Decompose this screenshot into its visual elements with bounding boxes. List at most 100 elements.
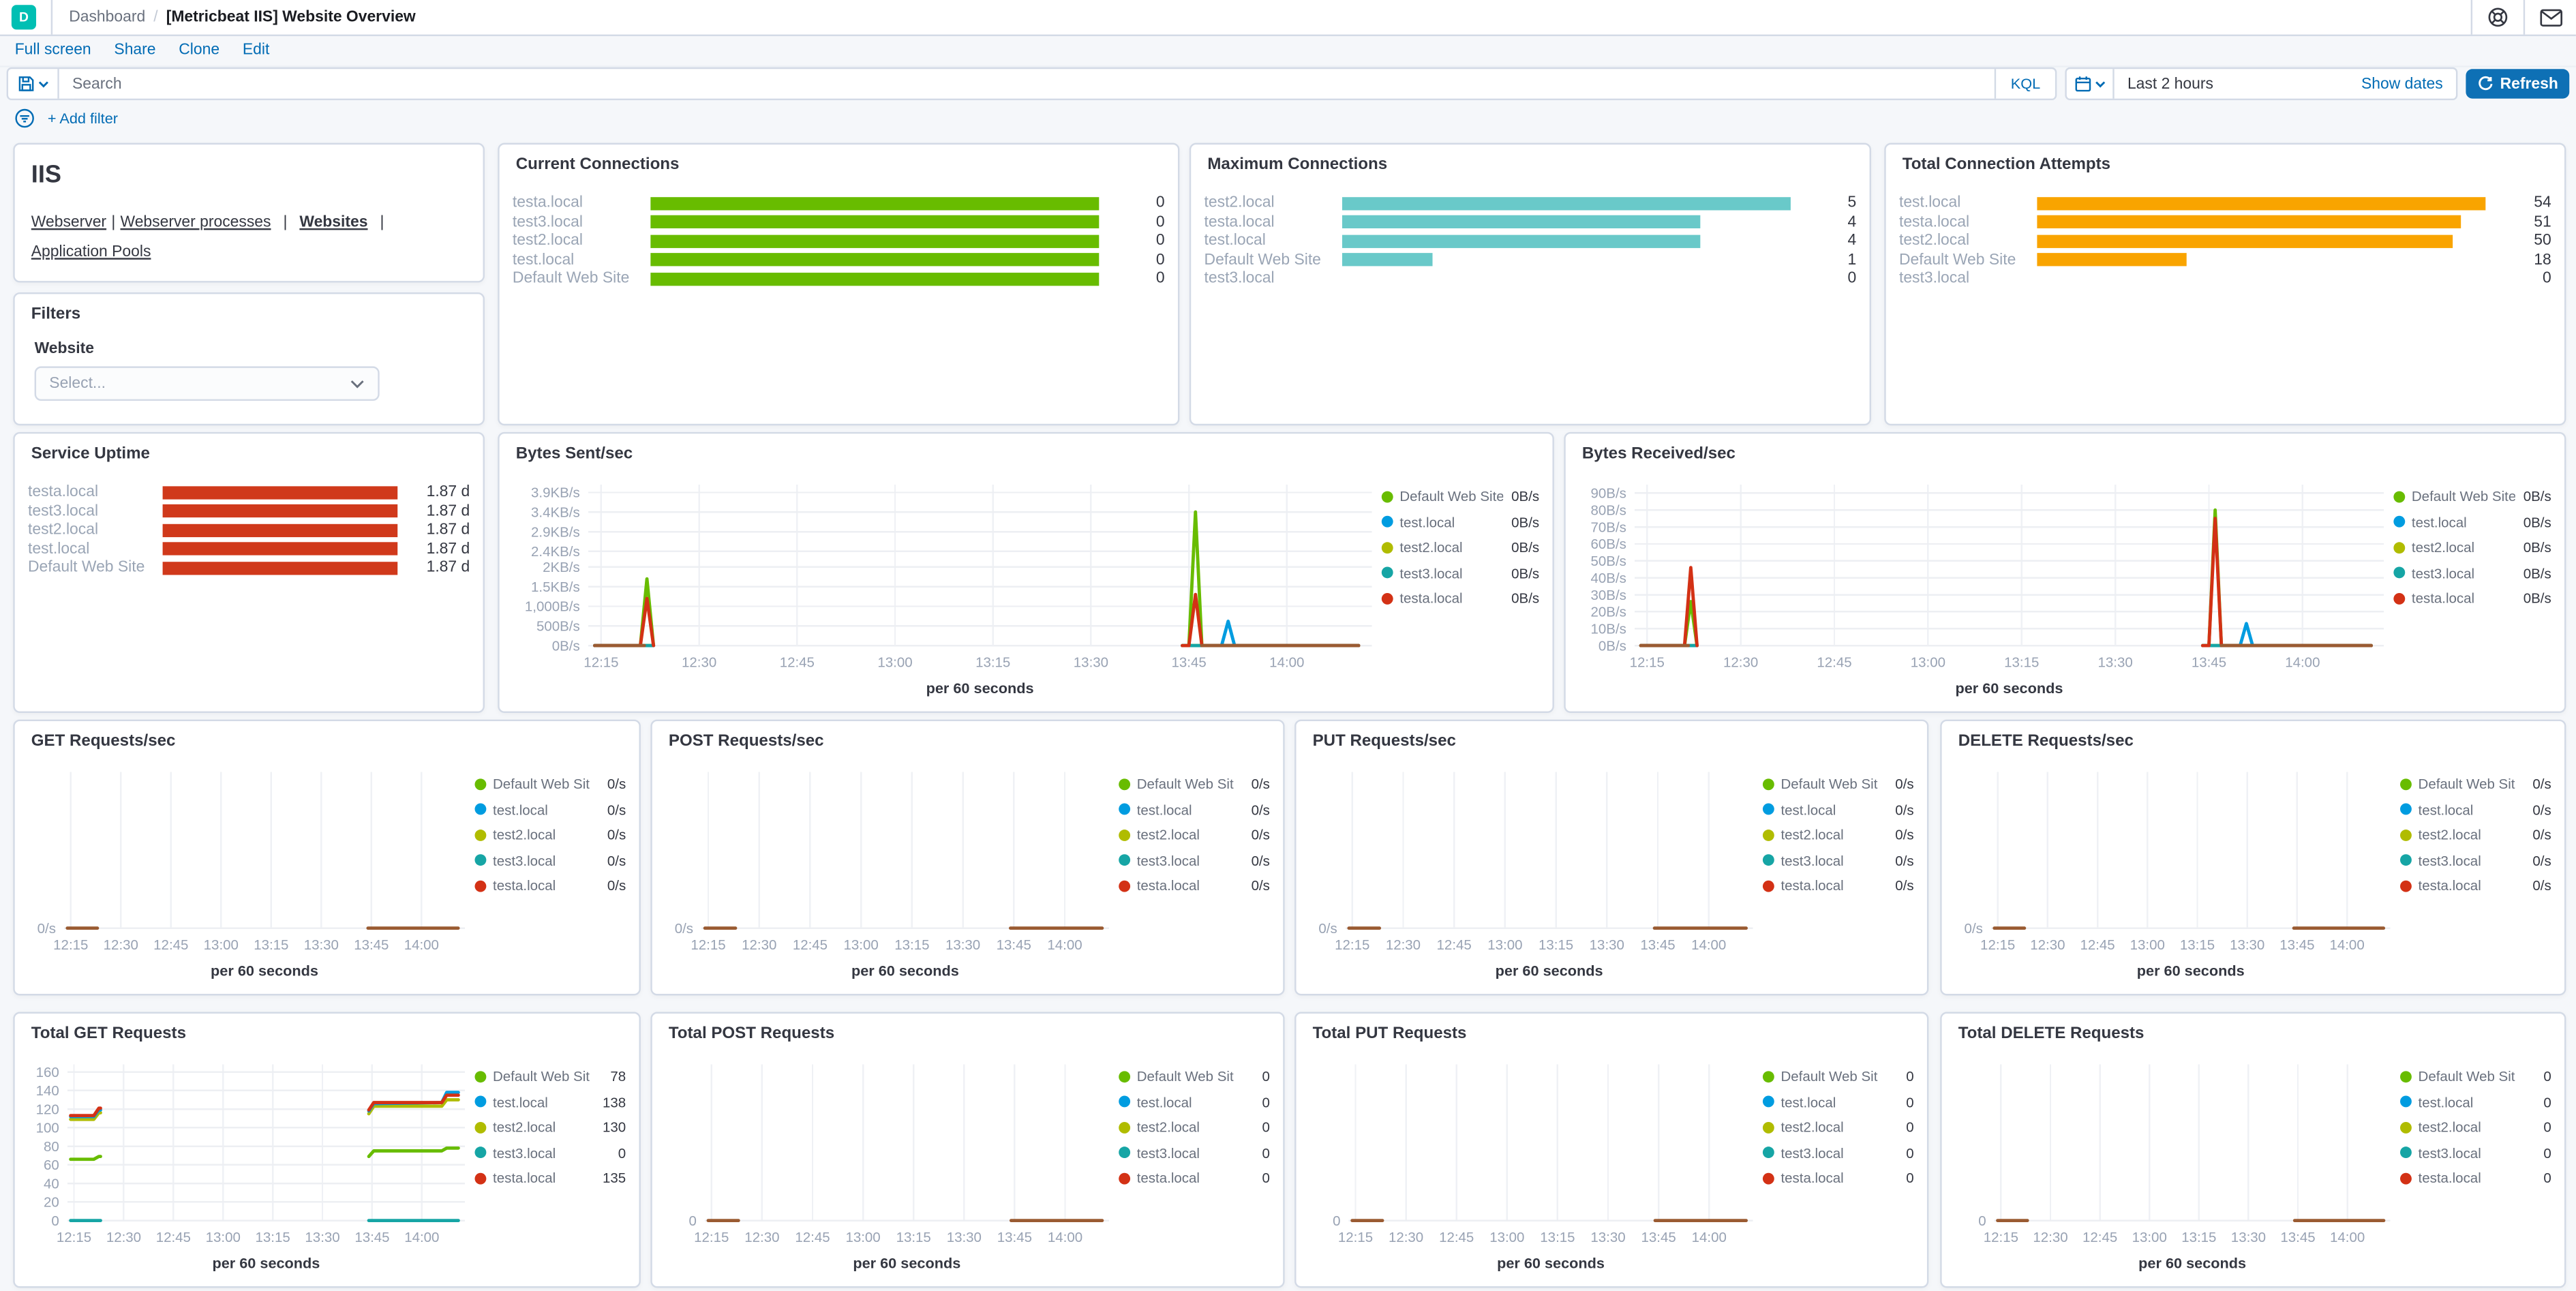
legend-item[interactable]: test3.local 0/s xyxy=(1762,852,1914,868)
refresh-button[interactable]: Refresh xyxy=(2466,69,2570,99)
saved-query-menu-button[interactable] xyxy=(8,69,59,99)
link-webserver[interactable]: Webserver xyxy=(31,213,106,232)
delete_requests_sec-plot-area[interactable]: 12:15 12:30 12:45 13:00 13:15 13:30 13:45 14:00… xyxy=(1955,759,2400,987)
legend-item[interactable]: test3.local 0/s xyxy=(2400,852,2551,868)
newsfeed-button[interactable] xyxy=(2523,0,2576,35)
legend-item[interactable]: test3.local 0 xyxy=(1119,1144,1270,1161)
total_delete_requests-plot-area[interactable]: 12:15 12:30 12:45 13:00 13:15 13:30 13:45 14:00… xyxy=(1955,1051,2400,1279)
legend-item[interactable]: testa.local 0B/s xyxy=(1381,590,1539,606)
total_post_requests-plot-area[interactable]: 12:15 12:30 12:45 13:00 13:15 13:30 13:45 14:00… xyxy=(665,1051,1119,1279)
legend-item[interactable]: test.local 0 xyxy=(1119,1093,1270,1110)
legend-item[interactable]: test2.local 0B/s xyxy=(1381,538,1539,556)
legend-item[interactable]: Default Web Site 0/s xyxy=(2400,776,2551,792)
get_requests_sec-plot-area[interactable]: 12:15 12:30 12:45 13:00 13:15 13:30 13:45 14:00… xyxy=(28,759,475,987)
legend-item[interactable]: Default Web Site 0/s xyxy=(1762,776,1914,792)
legend-item[interactable]: test.local 138 xyxy=(474,1093,626,1110)
link-application-pools[interactable]: Application Pools xyxy=(31,243,151,262)
legend-item[interactable]: Default Web Site 0B/s xyxy=(2393,488,2551,504)
maximum-connections-chart[interactable]: test2.local 5 testa.local 4 test.local 4 Defau… xyxy=(1191,179,1869,424)
legend-item[interactable]: test2.local 0 xyxy=(2400,1119,2551,1135)
total-connection-attempts-chart[interactable]: test.local 54 testa.local 51 test2.local 50 De… xyxy=(1886,179,2564,424)
put-requests-chart[interactable]: 12:15 12:30 12:45 13:00 13:15 13:30 13:45 14:00… xyxy=(1296,756,1926,994)
legend-item[interactable]: test2.local 0/s xyxy=(2400,826,2551,842)
legend-item[interactable]: test3.local 0 xyxy=(1762,1144,1914,1161)
service-uptime-chart[interactable]: testa.local 1.87 d test3.local 1.87 d test2.… xyxy=(15,468,483,712)
legend-item[interactable]: testa.local 0 xyxy=(1119,1170,1270,1186)
legend-item[interactable]: testa.local 0/s xyxy=(2400,877,2551,894)
legend-item[interactable]: test3.local 0B/s xyxy=(2393,564,2551,581)
legend-item[interactable]: Default Web Site 0B/s xyxy=(1381,488,1539,504)
legend-item[interactable]: Default Web Site 0 xyxy=(1119,1068,1270,1084)
put_requests_sec-plot-area[interactable]: 12:15 12:30 12:45 13:00 13:15 13:30 13:45 14:00… xyxy=(1309,759,1763,987)
legend-item[interactable]: test3.local 0/s xyxy=(1119,852,1270,868)
date-quick-select-button[interactable] xyxy=(2067,69,2115,99)
bytes-received-chart[interactable]: 12:15 12:30 12:45 13:00 13:15 13:30 13:45 14:00… xyxy=(1566,468,2564,712)
legend-item[interactable]: testa.local 135 xyxy=(474,1170,626,1186)
legend-item[interactable]: test3.local 0 xyxy=(2400,1144,2551,1161)
legend-item[interactable]: test2.local 130 xyxy=(474,1119,626,1135)
legend-item[interactable]: test2.local 0/s xyxy=(1119,826,1270,842)
menu-share[interactable]: Share xyxy=(114,41,155,59)
panel-total-post-requests: Total POST Requests 12:15 12:30 12:45 13:00… xyxy=(650,1012,1285,1288)
total-put-requests-chart[interactable]: 12:15 12:30 12:45 13:00 13:15 13:30 13:45 14:00… xyxy=(1296,1048,1926,1286)
legend-item[interactable]: test.local 0 xyxy=(2400,1093,2551,1110)
search-input[interactable] xyxy=(59,74,1995,93)
legend-item[interactable]: testa.local 0 xyxy=(1762,1170,1914,1186)
legend-item[interactable]: test.local 0/s xyxy=(474,801,626,817)
link-webserver-processes[interactable]: Webserver processes xyxy=(120,213,271,232)
total-post-requests-chart[interactable]: 12:15 12:30 12:45 13:00 13:15 13:30 13:45 14:00… xyxy=(652,1048,1283,1286)
legend-item[interactable]: test3.local 0/s xyxy=(474,852,626,868)
legend-item[interactable]: testa.local 0B/s xyxy=(2393,590,2551,606)
legend-item[interactable]: testa.local 0 xyxy=(2400,1170,2551,1186)
legend-item[interactable]: test.local 0/s xyxy=(2400,801,2551,817)
legend-item[interactable]: Default Web Site 0 xyxy=(1762,1068,1914,1084)
menu-full-screen[interactable]: Full screen xyxy=(15,41,91,59)
legend-item[interactable]: test2.local 0 xyxy=(1762,1119,1914,1135)
legend-item[interactable]: Default Web Site 0/s xyxy=(1119,776,1270,792)
bar-row: Default Web Site 1 xyxy=(1204,251,1857,270)
bytes_sent-plot-area[interactable]: 12:15 12:30 12:45 13:00 13:15 13:30 13:45 14:00… xyxy=(513,472,1382,705)
total_get_requests-plot-area[interactable]: 12:15 12:30 12:45 13:00 13:15 13:30 13:45 14:00… xyxy=(28,1051,475,1279)
query-language-button[interactable]: KQL xyxy=(1994,69,2055,99)
legend-item[interactable]: Default Web Site 0/s xyxy=(474,776,626,792)
help-button[interactable] xyxy=(2470,0,2524,35)
legend-series-dot xyxy=(474,1095,487,1108)
legend-item[interactable]: Default Web Site 0 xyxy=(2400,1068,2551,1084)
legend-item[interactable]: testa.local 0/s xyxy=(474,877,626,894)
link-websites[interactable]: Websites xyxy=(299,213,367,232)
legend-item[interactable]: test2.local 0/s xyxy=(1762,826,1914,842)
post_requests_sec-plot-area[interactable]: 12:15 12:30 12:45 13:00 13:15 13:30 13:45 14:00… xyxy=(665,759,1119,987)
post-requests-chart[interactable]: 12:15 12:30 12:45 13:00 13:15 13:30 13:45 14:00… xyxy=(652,756,1283,994)
legend-item[interactable]: test3.local 0B/s xyxy=(1381,564,1539,581)
menu-clone[interactable]: Clone xyxy=(179,41,219,59)
space-avatar[interactable]: D xyxy=(11,5,37,30)
time-range-value[interactable]: Last 2 hours xyxy=(2115,75,2213,93)
legend-item[interactable]: test2.local 0 xyxy=(1119,1119,1270,1135)
filter-icon[interactable] xyxy=(15,108,35,128)
legend-item[interactable]: test.local 0B/s xyxy=(1381,513,1539,530)
delete-requests-chart[interactable]: 12:15 12:30 12:45 13:00 13:15 13:30 13:45 14:00… xyxy=(1942,756,2564,994)
website-select[interactable]: Select... xyxy=(34,366,380,401)
legend-item[interactable]: testa.local 0/s xyxy=(1119,877,1270,894)
bytes_received-plot-area[interactable]: 12:15 12:30 12:45 13:00 13:15 13:30 13:45 14:00… xyxy=(1579,472,2393,705)
legend-item[interactable]: test.local 0B/s xyxy=(2393,513,2551,530)
menu-edit[interactable]: Edit xyxy=(243,41,269,59)
bytes-sent-chart[interactable]: 12:15 12:30 12:45 13:00 13:15 13:30 13:45 14:00… xyxy=(500,468,1553,712)
show-dates-button[interactable]: Show dates xyxy=(2361,75,2456,93)
legend-item[interactable]: test2.local 0/s xyxy=(474,826,626,842)
get-requests-chart[interactable]: 12:15 12:30 12:45 13:00 13:15 13:30 13:45 14:00… xyxy=(15,756,639,994)
legend-item[interactable]: test.local 0/s xyxy=(1119,801,1270,817)
legend-item[interactable]: testa.local 0/s xyxy=(1762,877,1914,894)
legend-item[interactable]: test3.local 0 xyxy=(474,1144,626,1161)
total-get-requests-chart[interactable]: 12:15 12:30 12:45 13:00 13:15 13:30 13:45 14:00… xyxy=(15,1048,639,1286)
total-delete-requests-chart[interactable]: 12:15 12:30 12:45 13:00 13:15 13:30 13:45 14:00… xyxy=(1942,1048,2564,1286)
legend-item[interactable]: Default Web Site 78 xyxy=(474,1068,626,1084)
total_put_requests-plot-area[interactable]: 12:15 12:30 12:45 13:00 13:15 13:30 13:45 14:00… xyxy=(1309,1051,1763,1279)
legend-item[interactable]: test.local 0 xyxy=(1762,1093,1914,1110)
current-connections-chart[interactable]: testa.local 0 test3.local 0 test2.local 0 test… xyxy=(500,179,1178,424)
add-filter-button[interactable]: + Add filter xyxy=(48,110,118,126)
legend-item[interactable]: test.local 0/s xyxy=(1762,801,1914,817)
legend-series-label: test3.local xyxy=(1781,1144,1844,1161)
legend-item[interactable]: test2.local 0B/s xyxy=(2393,538,2551,556)
breadcrumb-dashboard[interactable]: Dashboard xyxy=(69,8,145,27)
